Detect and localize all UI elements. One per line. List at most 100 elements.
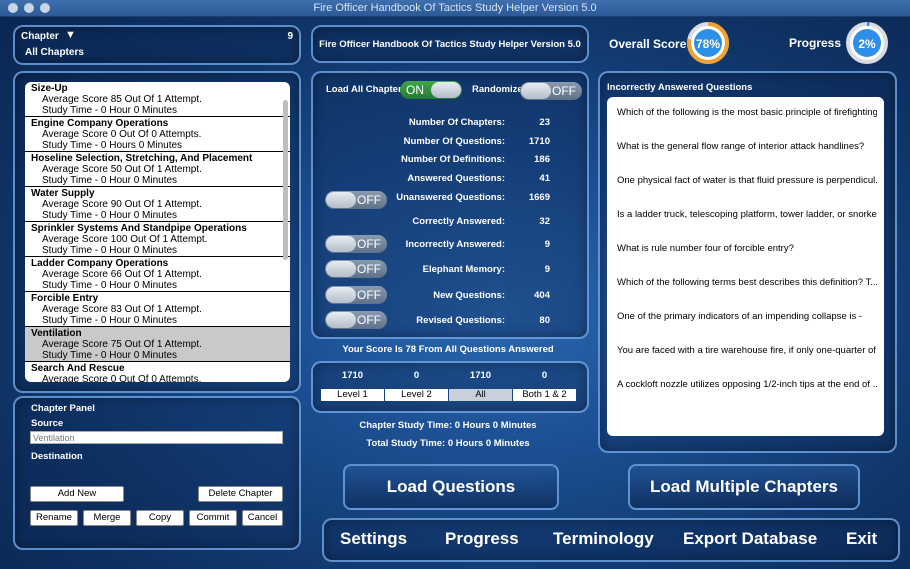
rename-button[interactable]: Rename (30, 510, 78, 526)
level-count: 0 (541, 370, 548, 381)
chapter-list-item[interactable]: Forcible Entry Average Score 83 Out Of 1 … (25, 292, 290, 327)
chapter-name: Size-Up (31, 83, 68, 94)
chapter-name: Hoseline Selection, Stretching, And Plac… (31, 153, 253, 164)
window-title: Fire Officer Handbook Of Tactics Study H… (313, 2, 597, 14)
progress-gauge: 2% (846, 22, 888, 64)
export-database-button[interactable]: Export Database (683, 529, 817, 549)
destination-label: Destination (31, 451, 83, 462)
chapter-list-item[interactable]: Engine Company Operations Average Score 0… (25, 117, 290, 152)
source-input[interactable] (30, 431, 283, 444)
overall-score-gauge: 78% (687, 22, 729, 64)
exit-button[interactable]: Exit (846, 529, 877, 549)
level-segment[interactable]: Both 1 & 2 (513, 389, 576, 401)
title-bar: Fire Officer Handbook Of Tactics Study H… (0, 0, 910, 17)
toggle-state-label: OFF (357, 313, 381, 327)
level-segment[interactable]: All (449, 389, 512, 401)
delete-chapter-button[interactable]: Delete Chapter (198, 486, 283, 502)
cancel-button[interactable]: Cancel (242, 510, 283, 526)
incorrect-question-item[interactable]: Which of the following is the most basic… (617, 107, 877, 118)
incorrect-questions-list[interactable]: Which of the following is the most basic… (607, 97, 884, 436)
chapter-list[interactable]: Size-Up Average Score 85 Out Of 1 Attempt… (25, 82, 290, 382)
chapter-score: Average Score 90 Out Of 1 Attempt. (42, 199, 202, 210)
chapter-list-item[interactable]: Hoseline Selection, Stretching, And Plac… (25, 152, 290, 187)
stat-label: Number Of Chapters: (408, 117, 505, 128)
chapter-score: Average Score 85 Out Of 1 Attempt. (42, 94, 202, 105)
new-questions-toggle[interactable]: OFF (325, 286, 387, 304)
toggle-state-label: OFF (357, 237, 381, 251)
load-questions-button[interactable]: Load Questions (343, 464, 559, 510)
chapter-selector[interactable]: Chapter ▼ 9 All Chapters (13, 25, 301, 65)
chapter-list-item[interactable]: Search And Rescue Average Score 0 Out Of … (25, 362, 290, 382)
stat-value: 404 (534, 290, 550, 301)
terminology-button[interactable]: Terminology (553, 529, 654, 549)
total-study-time: Total Study Time: 0 Hours 0 Minutes (366, 438, 530, 449)
load-all-chapters-toggle[interactable]: ON (400, 81, 462, 99)
incorrect-question-item[interactable]: Is a ladder truck, telescoping platform,… (617, 209, 877, 220)
merge-button[interactable]: Merge (83, 510, 131, 526)
chapter-score: Average Score 50 Out Of 1 Attempt. (42, 164, 202, 175)
incorrect-question-item[interactable]: Which of the following terms best descri… (617, 277, 877, 288)
chapter-list-item[interactable]: Size-Up Average Score 85 Out Of 1 Attempt… (25, 82, 290, 117)
chapter-study-time-line: Study Time - 0 Hour 0 Minutes (42, 350, 178, 361)
revised-questions-toggle[interactable]: OFF (325, 311, 387, 329)
chapter-score: Average Score 0 Out Of 0 Attempts. (42, 129, 202, 140)
commit-button[interactable]: Commit (189, 510, 237, 526)
level-count: 1710 (469, 370, 492, 381)
all-chapters-label: All Chapters (25, 47, 84, 58)
stat-value: 186 (534, 154, 550, 165)
chapter-study-time-line: Study Time - 0 Hour 0 Minutes (42, 315, 178, 326)
chapter-name: Search And Rescue (31, 363, 125, 374)
chapter-count: 9 (287, 31, 293, 42)
incorrect-questions-title: Incorrectly Answered Questions (607, 82, 753, 93)
incorrectly-answered-toggle[interactable]: OFF (325, 235, 387, 253)
toggle-state-label: OFF (357, 262, 381, 276)
load-multiple-chapters-button[interactable]: Load Multiple Chapters (628, 464, 860, 510)
load-multiple-chapters-label: Load Multiple Chapters (650, 477, 838, 496)
chapter-list-item[interactable]: Ventilation Average Score 75 Out Of 1 Att… (25, 327, 290, 362)
toggle-state-label: OFF (357, 288, 381, 302)
chapter-list-item[interactable]: Ladder Company Operations Average Score 6… (25, 257, 290, 292)
incorrect-question-item[interactable]: What is rule number four of forcible ent… (617, 243, 877, 254)
level-panel (311, 361, 589, 413)
progress-button[interactable]: Progress (445, 529, 519, 549)
chapter-list-scrollbar[interactable] (283, 100, 288, 260)
elephant-memory-toggle[interactable]: OFF (325, 260, 387, 278)
chapter-study-time-line: Study Time - 0 Hour 0 Minutes (42, 175, 178, 186)
copy-button[interactable]: Copy (136, 510, 184, 526)
incorrect-question-item[interactable]: One of the primary indicators of an impe… (617, 311, 877, 322)
stat-value: 23 (539, 117, 550, 128)
level-count: 1710 (341, 370, 364, 381)
add-new-button[interactable]: Add New (30, 486, 124, 502)
chapter-study-time-line: Study Time - 0 Hour 0 Minutes (42, 280, 178, 291)
chapter-name: Forcible Entry (31, 293, 99, 304)
incorrect-question-item[interactable]: What is the general flow range of interi… (617, 141, 877, 152)
randomize-label: Randomize (472, 84, 523, 95)
stat-value: 41 (539, 173, 550, 184)
chapter-name: Engine Company Operations (31, 118, 169, 129)
randomize-toggle[interactable]: OFF (520, 82, 582, 100)
chapter-name: Ventilation (31, 328, 82, 339)
chapter-study-time: Chapter Study Time: 0 Hours 0 Minutes (359, 420, 537, 431)
chapter-items: Size-Up Average Score 85 Out Of 1 Attempt… (25, 82, 290, 382)
unanswered-questions-toggle[interactable]: OFF (325, 191, 387, 209)
load-questions-label: Load Questions (386, 477, 516, 496)
source-label: Source (31, 418, 64, 429)
progress-label: Progress (789, 36, 842, 50)
progress-value: 2% (858, 37, 876, 51)
stat-label: Correctly Answered: (412, 216, 505, 227)
chapter-list-item[interactable]: Water Supply Average Score 90 Out Of 1 At… (25, 187, 290, 222)
chapter-list-item[interactable]: Sprinkler Systems And Standpipe Operatio… (25, 222, 290, 257)
score-summary: Your Score Is 78 From All Questions Answ… (342, 344, 554, 355)
incorrect-question-item[interactable]: One physical fact of water is that fluid… (617, 175, 877, 186)
incorrect-question-item[interactable]: A cockloft nozzle utilizes opposing 1/2-… (617, 379, 877, 390)
chapter-study-time-line: Study Time - 0 Hour 0 Minutes (42, 210, 178, 221)
stat-label: Answered Questions: (407, 173, 505, 184)
chevron-down-icon[interactable]: ▼ (65, 29, 76, 41)
app-header: Fire Officer Handbook Of Tactics Study H… (311, 25, 589, 63)
toggle-state-label: ON (406, 83, 424, 97)
chapter-study-time-line: Study Time - 0 Hours 0 Minutes (42, 140, 183, 151)
level-segment[interactable]: Level 1 (321, 389, 384, 401)
settings-button[interactable]: Settings (340, 529, 407, 549)
level-segment[interactable]: Level 2 (385, 389, 448, 401)
incorrect-question-item[interactable]: You are faced with a tire warehouse fire… (617, 345, 877, 356)
